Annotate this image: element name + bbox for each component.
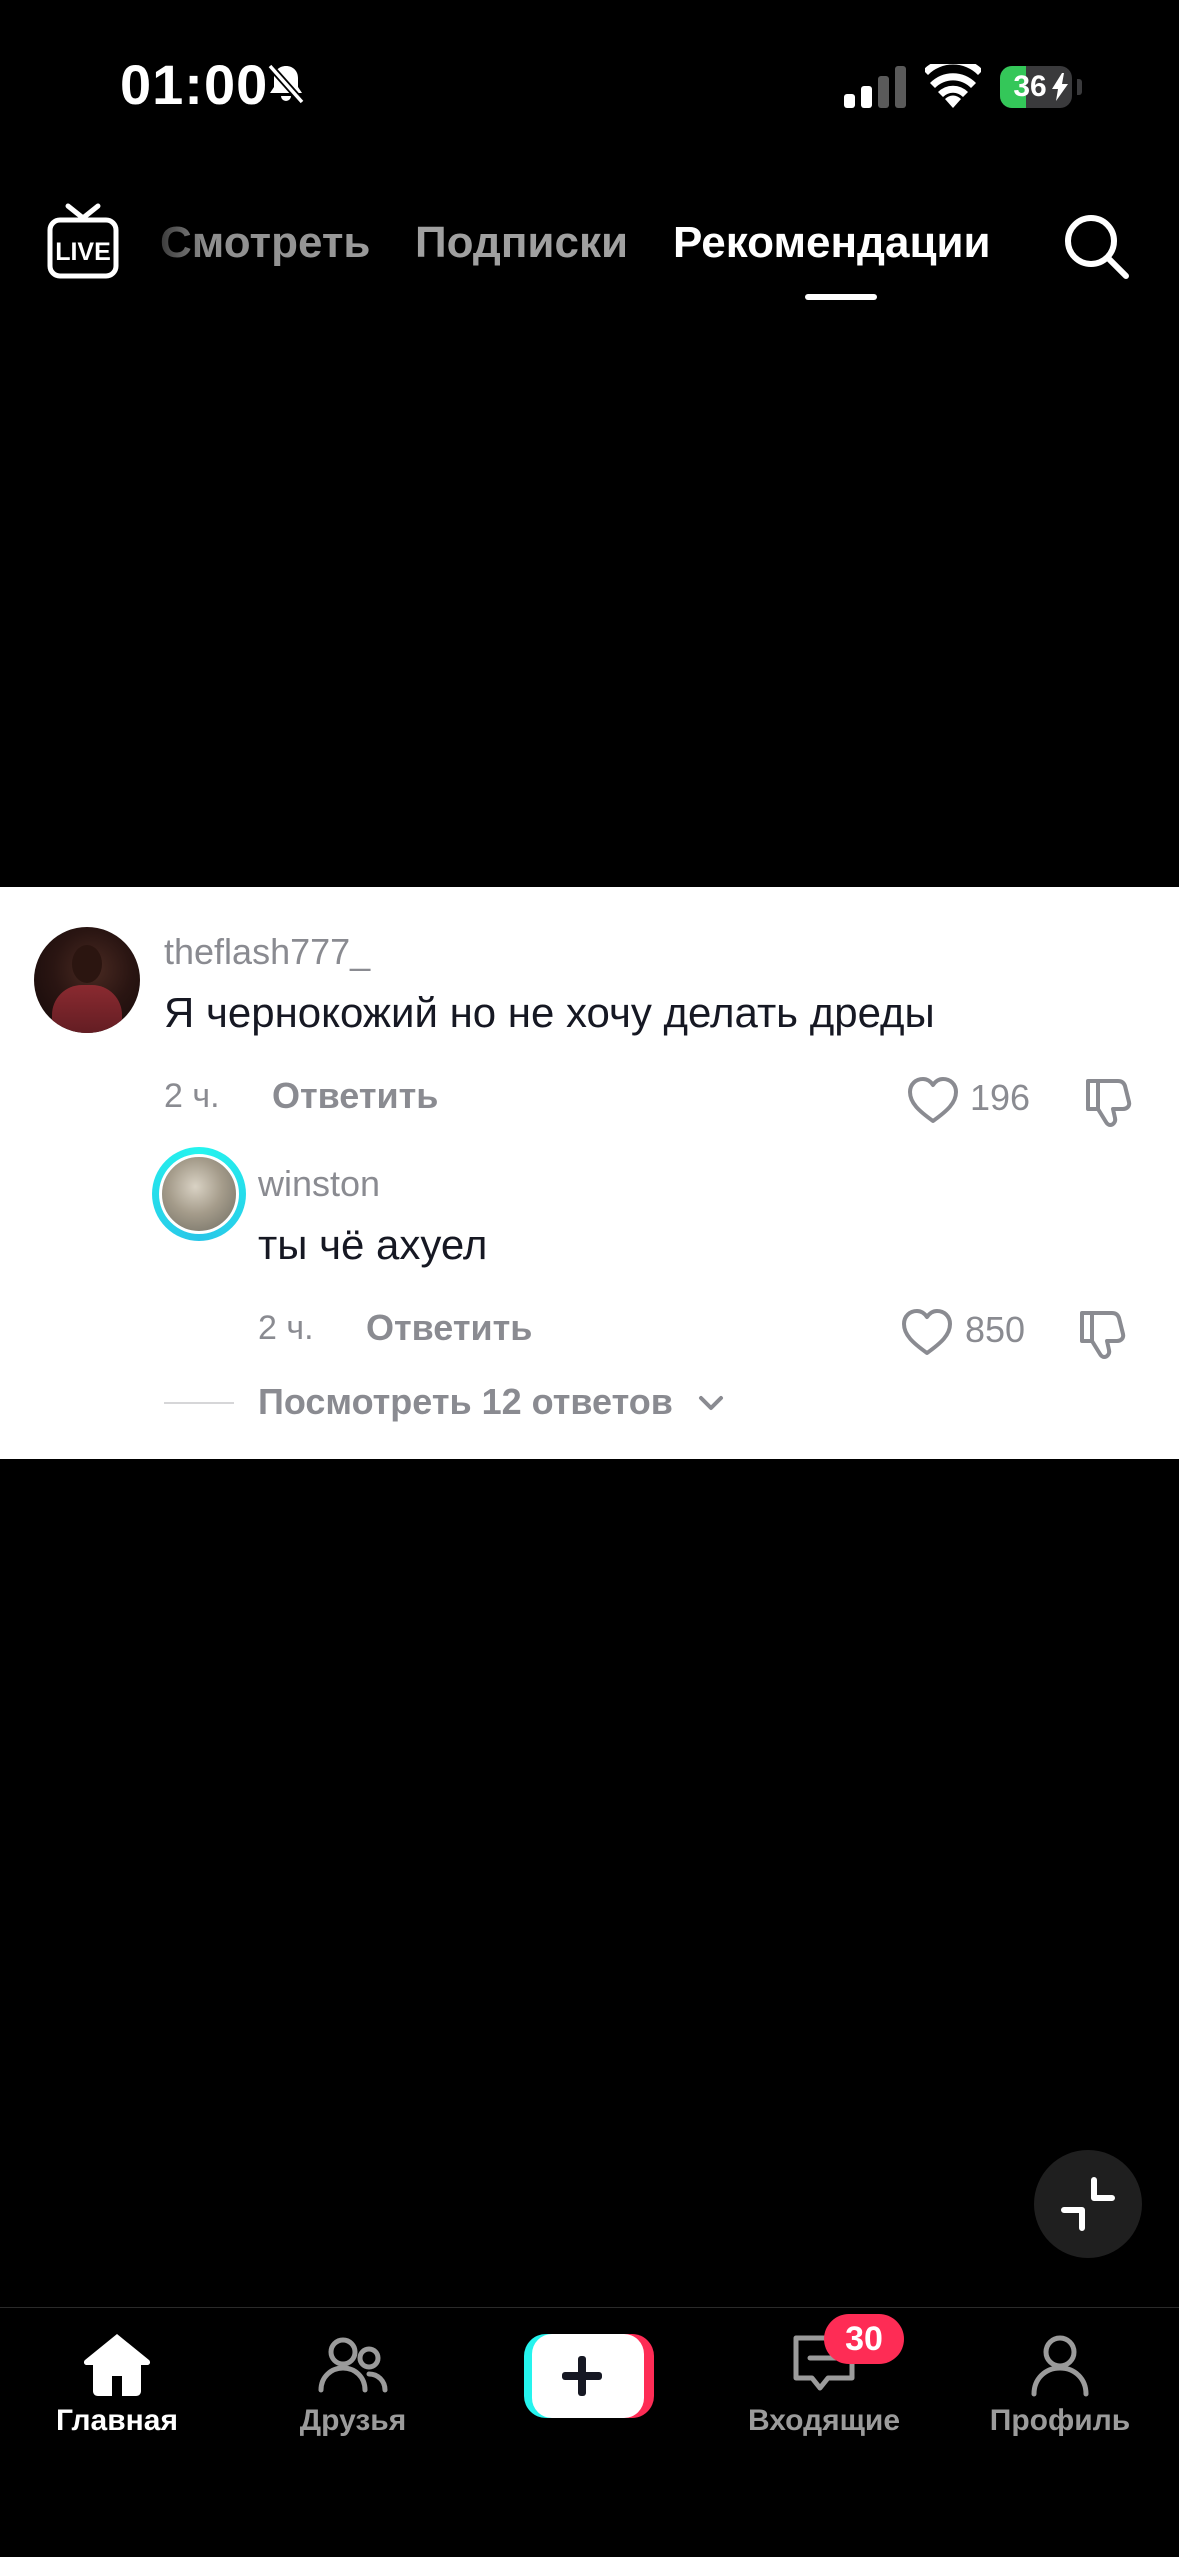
comment-card: theflash777_ Я чернокожий но не хочу дел…	[0, 887, 1179, 1459]
notification-badge: 30	[824, 2314, 904, 2364]
bell-slash-icon	[267, 63, 305, 105]
comment-text: Я чернокожий но не хочу делать дреды	[164, 989, 935, 1036]
reply-text: ты чё ахуел	[258, 1221, 488, 1268]
dislike-icon[interactable]	[1082, 1073, 1136, 1127]
top-nav: LIVE Смотреть Подписки Рекомендации	[0, 190, 1179, 310]
create-button[interactable]	[524, 2334, 654, 2418]
tab-inbox-label: Входящие	[747, 2404, 901, 2437]
home-icon	[83, 2334, 151, 2396]
chevron-down-icon[interactable]	[696, 1389, 726, 1417]
tab-friends[interactable]: Друзья	[253, 2308, 453, 2478]
comment-username[interactable]: theflash777_	[164, 931, 370, 973]
collapse-button[interactable]	[1034, 2150, 1142, 2258]
tab-recommendations[interactable]: Рекомендации	[673, 218, 991, 268]
live-tv-icon[interactable]: LIVE	[46, 202, 120, 280]
avatar[interactable]	[34, 927, 140, 1033]
battery-level: 36	[1013, 70, 1047, 103]
tab-home-label: Главная	[55, 2404, 178, 2437]
active-tab-indicator	[805, 294, 877, 300]
wifi-icon	[925, 64, 981, 108]
reply-avatar[interactable]	[159, 1154, 239, 1234]
status-time: 01:00	[120, 53, 269, 116]
comment-time: 2 ч.	[164, 1077, 220, 1115]
heart-icon[interactable]	[900, 1307, 954, 1357]
reply-time: 2 ч.	[258, 1309, 314, 1347]
plus-icon	[562, 2356, 602, 2396]
status-bar: 01:00 36	[0, 0, 1179, 150]
battery-charging-icon: 36	[1000, 66, 1082, 108]
tab-friends-label: Друзья	[299, 2404, 407, 2437]
tab-watch[interactable]: Смотреть	[160, 218, 370, 268]
view-replies-button[interactable]: Посмотреть 12 ответов	[258, 1381, 673, 1423]
dislike-icon[interactable]	[1076, 1305, 1130, 1359]
bolt-icon	[1052, 73, 1068, 101]
reply-username[interactable]: winston	[258, 1163, 380, 1205]
tab-subscriptions[interactable]: Подписки	[415, 218, 628, 268]
replies-divider	[164, 1402, 234, 1404]
tab-profile-label: Профиль	[989, 2404, 1131, 2437]
search-icon[interactable]	[1060, 210, 1132, 282]
tab-bar: Главная Друзья Входящие 30 Профиль	[0, 2307, 1179, 2557]
reply-like-count: 850	[965, 1309, 1026, 1350]
reply-button[interactable]: Ответить	[272, 1075, 438, 1117]
svg-text:LIVE: LIVE	[55, 238, 111, 266]
signal-icon	[844, 66, 906, 108]
profile-icon	[1031, 2335, 1089, 2397]
like-count: 196	[970, 1077, 1031, 1118]
heart-icon[interactable]	[906, 1075, 960, 1125]
tab-home[interactable]: Главная	[17, 2308, 217, 2478]
friends-icon	[318, 2337, 388, 2393]
tab-profile[interactable]: Профиль	[960, 2308, 1160, 2478]
reply-to-reply-button[interactable]: Ответить	[366, 1307, 532, 1349]
collapse-icon	[1061, 2177, 1115, 2231]
